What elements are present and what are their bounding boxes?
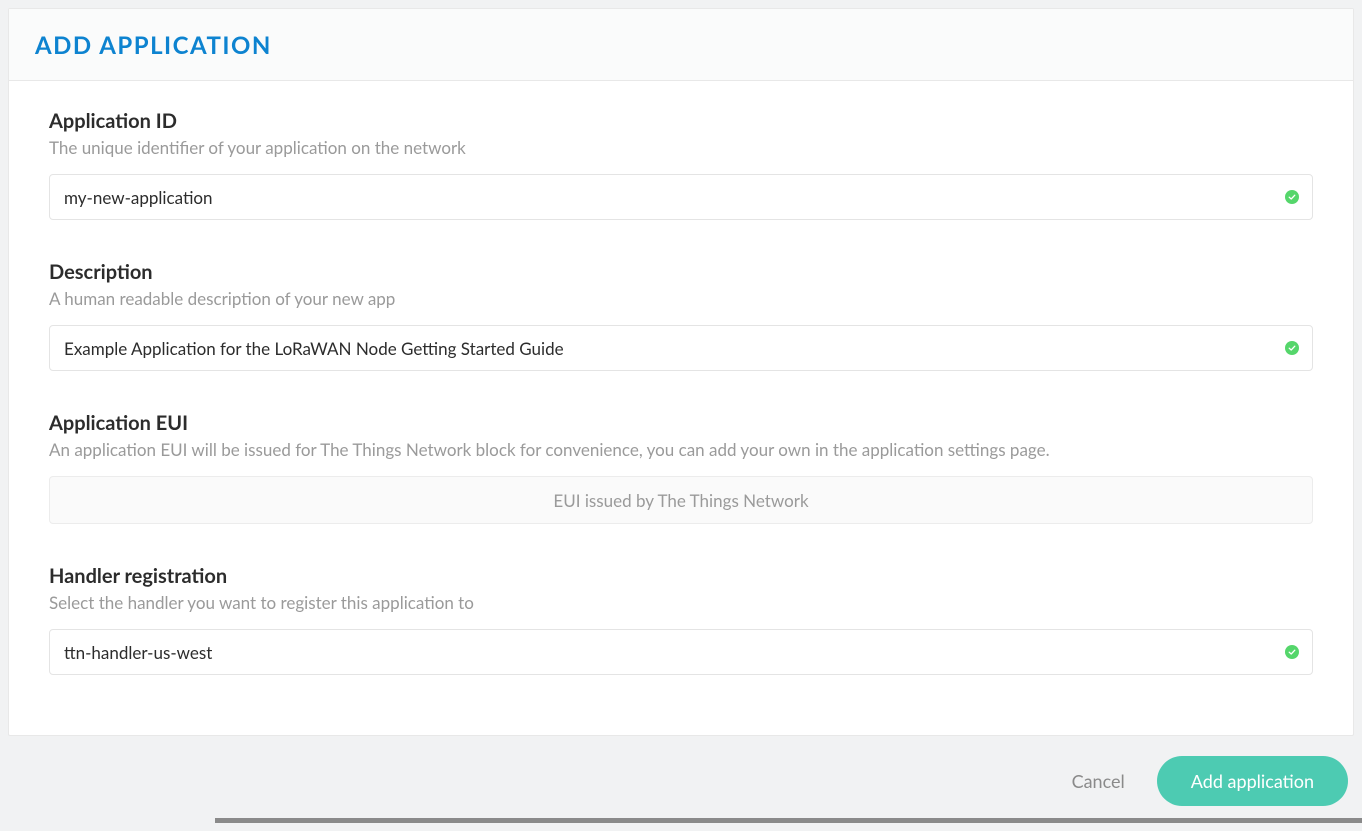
handler-help: Select the handler you want to register … <box>49 592 1313 613</box>
application-id-label: Application ID <box>49 109 1313 133</box>
field-application-id: Application ID The unique identifier of … <box>49 109 1313 220</box>
application-eui-help: An application EUI will be issued for Th… <box>49 439 1313 460</box>
field-application-eui: Application EUI An application EUI will … <box>49 411 1313 524</box>
description-help: A human readable description of your new… <box>49 288 1313 309</box>
check-circle-icon <box>1285 190 1299 204</box>
description-input[interactable] <box>49 325 1313 371</box>
action-bar: Cancel Add application <box>8 736 1354 816</box>
application-id-input[interactable] <box>49 174 1313 220</box>
add-application-panel: ADD APPLICATION Application ID The uniqu… <box>8 8 1354 736</box>
check-circle-icon <box>1285 645 1299 659</box>
handler-select[interactable] <box>49 629 1313 675</box>
panel-title: ADD APPLICATION <box>35 31 1327 60</box>
description-label: Description <box>49 260 1313 284</box>
add-application-button[interactable]: Add application <box>1157 756 1348 806</box>
check-circle-icon <box>1285 341 1299 355</box>
footer-divider <box>215 818 1362 823</box>
panel-header: ADD APPLICATION <box>9 9 1353 81</box>
description-input-wrap <box>49 325 1313 371</box>
application-eui-static: EUI issued by The Things Network <box>49 476 1313 524</box>
application-id-input-wrap <box>49 174 1313 220</box>
handler-label: Handler registration <box>49 564 1313 588</box>
cancel-button[interactable]: Cancel <box>1068 760 1129 802</box>
handler-input-wrap <box>49 629 1313 675</box>
application-id-help: The unique identifier of your applicatio… <box>49 137 1313 158</box>
field-handler: Handler registration Select the handler … <box>49 564 1313 675</box>
application-eui-label: Application EUI <box>49 411 1313 435</box>
field-description: Description A human readable description… <box>49 260 1313 371</box>
panel-body: Application ID The unique identifier of … <box>9 81 1353 735</box>
application-eui-static-text: EUI issued by The Things Network <box>553 490 808 511</box>
